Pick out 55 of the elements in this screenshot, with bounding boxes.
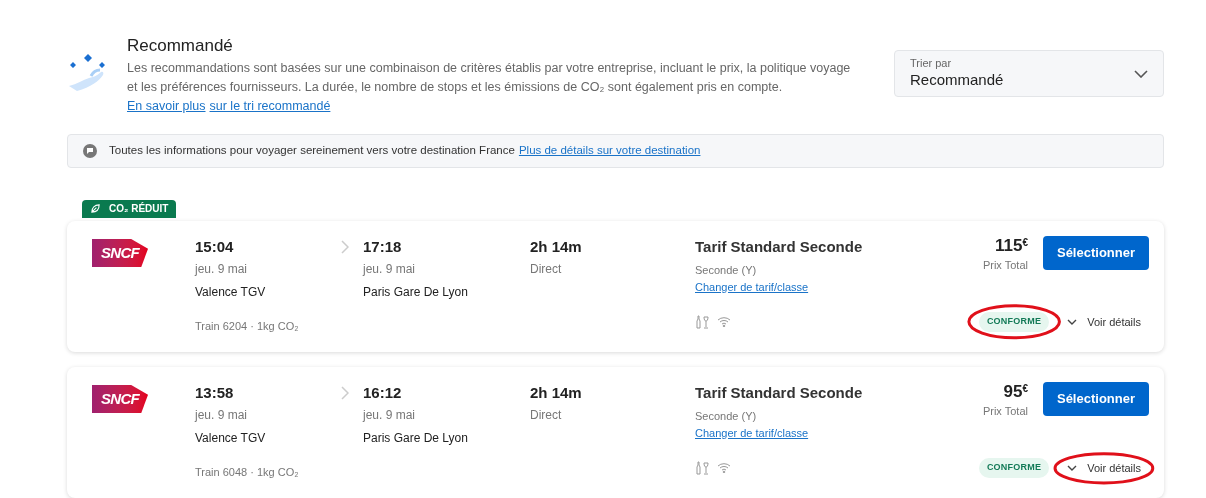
departure-station: Valence TGV <box>195 284 267 301</box>
price-label: Prix Total <box>982 404 1028 419</box>
departure-station: Valence TGV <box>195 430 267 447</box>
departure-time: 13:58 <box>195 383 235 403</box>
wifi-icon <box>717 462 731 474</box>
stops: Direct <box>530 407 563 424</box>
change-fare-link[interactable]: Changer de tarif/classe <box>695 424 809 441</box>
price: 115$^{€}$ <box>994 235 1028 257</box>
learn-more-link[interactable]: En savoir plus <box>127 99 206 113</box>
price: 95$^{€}$ <box>1003 381 1028 403</box>
departure-date: jeu. 9 mai <box>195 261 249 278</box>
drinks-icon <box>695 460 711 475</box>
price-label: Prix Total <box>982 258 1028 273</box>
drinks-icon <box>695 314 711 329</box>
fare-name: Tarif Standard Seconde <box>695 383 864 403</box>
sort-label: Trier par <box>910 57 953 70</box>
train-info: Train 6048 · 1kg CO₂ <box>195 465 300 480</box>
tag-label: CO₂ RÉDUIT <box>109 201 169 216</box>
leaf-icon <box>90 203 101 214</box>
wifi-icon <box>717 316 731 328</box>
arrival-date: jeu. 9 mai <box>363 261 417 278</box>
fare-class: Seconde (Y) <box>695 409 758 424</box>
chevron-down-icon <box>1134 69 1148 78</box>
chevron-down-icon <box>1067 318 1078 325</box>
duration: 2h 14m <box>530 383 582 403</box>
chevron-down-icon <box>1067 464 1078 471</box>
carrier-logo: SNCF <box>92 385 148 413</box>
policy-badge: CONFORME <box>978 312 1050 332</box>
duration: 2h 14m <box>530 237 582 257</box>
learn-more-link[interactable]: sur le tri recommandé <box>209 99 331 113</box>
stops: Direct <box>530 261 563 278</box>
train-info: Train 6204 · 1kg CO₂ <box>195 319 300 334</box>
fare-class: Seconde (Y) <box>695 263 758 278</box>
select-button[interactable]: Sélectionner <box>1042 382 1149 416</box>
select-button[interactable]: Sélectionner <box>1042 236 1149 270</box>
info-text: Toutes les informations pour voyager sereinement vers votre destination France <box>109 143 515 159</box>
arrival-time: 17:18 <box>363 237 403 257</box>
change-fare-link[interactable]: Changer de tarif/classe <box>695 278 809 295</box>
details-toggle[interactable]: Voir détails <box>1065 313 1143 330</box>
departure-date: jeu. 9 mai <box>195 407 249 424</box>
description: Les recommandations sont basées sur une combinaison de critères établis par votre entreprise, incluant le prix, la politique voyage et les préférences fournisseurs. La durée, le nombre de stops et les émissions de CO₂ sont également pris en compte. En savoir plus sur le tri recommandé <box>127 60 852 115</box>
arrival-date: jeu. 9 mai <box>363 407 417 424</box>
fare-name: Tarif Standard Seconde <box>695 237 864 257</box>
carrier-logo: SNCF <box>92 239 148 267</box>
chevron-right-icon <box>341 240 349 254</box>
arrival-time: 16:12 <box>363 383 403 403</box>
arrival-station: Paris Gare De Lyon <box>363 284 469 301</box>
departure-time: 15:04 <box>195 237 235 257</box>
destination-link[interactable]: Plus de détails sur votre destination <box>518 142 701 160</box>
arrival-station: Paris Gare De Lyon <box>363 430 469 447</box>
chevron-right-icon <box>341 386 349 400</box>
section-title: Recommandé <box>127 35 234 57</box>
sort-dropdown[interactable]: Trier par Recommandé <box>894 50 1164 97</box>
sort-value: Recommandé <box>910 70 1005 90</box>
policy-badge: CONFORME <box>978 458 1050 478</box>
